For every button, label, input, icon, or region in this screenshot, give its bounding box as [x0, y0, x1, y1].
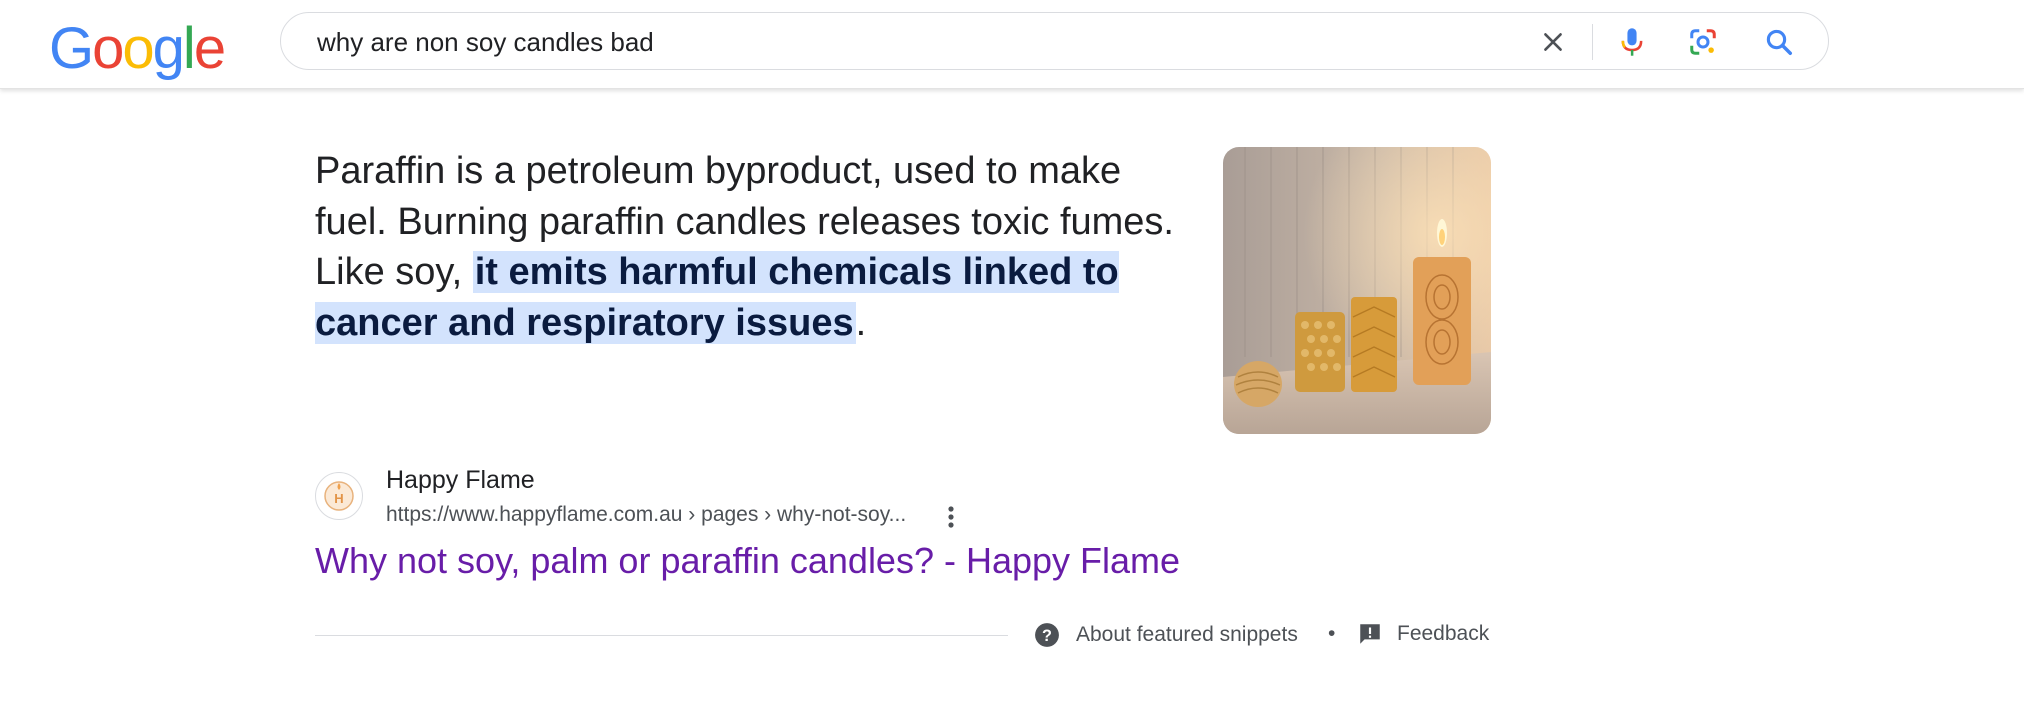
logo-letter: l: [182, 16, 196, 81]
featured-snippet-text: Paraffin is a petroleum byproduct, used …: [315, 146, 1195, 348]
about-label: About featured snippets: [1076, 623, 1298, 646]
feedback-label: Feedback: [1397, 622, 1490, 645]
logo-letter: g: [152, 16, 185, 81]
result-title-link[interactable]: Why not soy, palm or paraffin candles? -…: [315, 540, 1180, 582]
search-divider: [1592, 24, 1593, 60]
site-url[interactable]: https://www.happyflame.com.au › pages › …: [386, 503, 906, 527]
site-favicon[interactable]: H: [315, 472, 363, 520]
clear-icon[interactable]: [1537, 26, 1569, 58]
more-options-icon[interactable]: [938, 502, 964, 532]
logo-letter: o: [122, 16, 154, 81]
candles-image[interactable]: [1223, 147, 1491, 434]
search-box[interactable]: why are non soy candles bad: [280, 12, 1829, 70]
svg-text:?: ?: [1042, 627, 1052, 645]
microphone-icon[interactable]: [1616, 26, 1648, 58]
site-name[interactable]: Happy Flame: [386, 466, 535, 495]
search-input[interactable]: why are non soy candles bad: [317, 27, 654, 58]
footer-separator: •: [1328, 622, 1336, 645]
feedback-icon: [1357, 621, 1383, 647]
google-logo[interactable]: Google: [49, 14, 226, 84]
logo-letter: e: [193, 16, 226, 81]
search-header: Google why are non soy candles bad: [0, 0, 2024, 89]
feedback-link[interactable]: Feedback: [1357, 621, 1489, 647]
about-featured-snippets-link[interactable]: ? About featured snippets: [1034, 622, 1298, 648]
section-divider: [315, 635, 1008, 636]
google-lens-icon[interactable]: [1687, 26, 1719, 58]
search-icon[interactable]: [1763, 26, 1795, 58]
favicon-letter: H: [334, 491, 343, 506]
help-icon: ?: [1034, 622, 1060, 648]
logo-letter: o: [92, 16, 124, 81]
logo-letter: G: [49, 16, 94, 81]
snippet-text-end: .: [855, 301, 867, 344]
